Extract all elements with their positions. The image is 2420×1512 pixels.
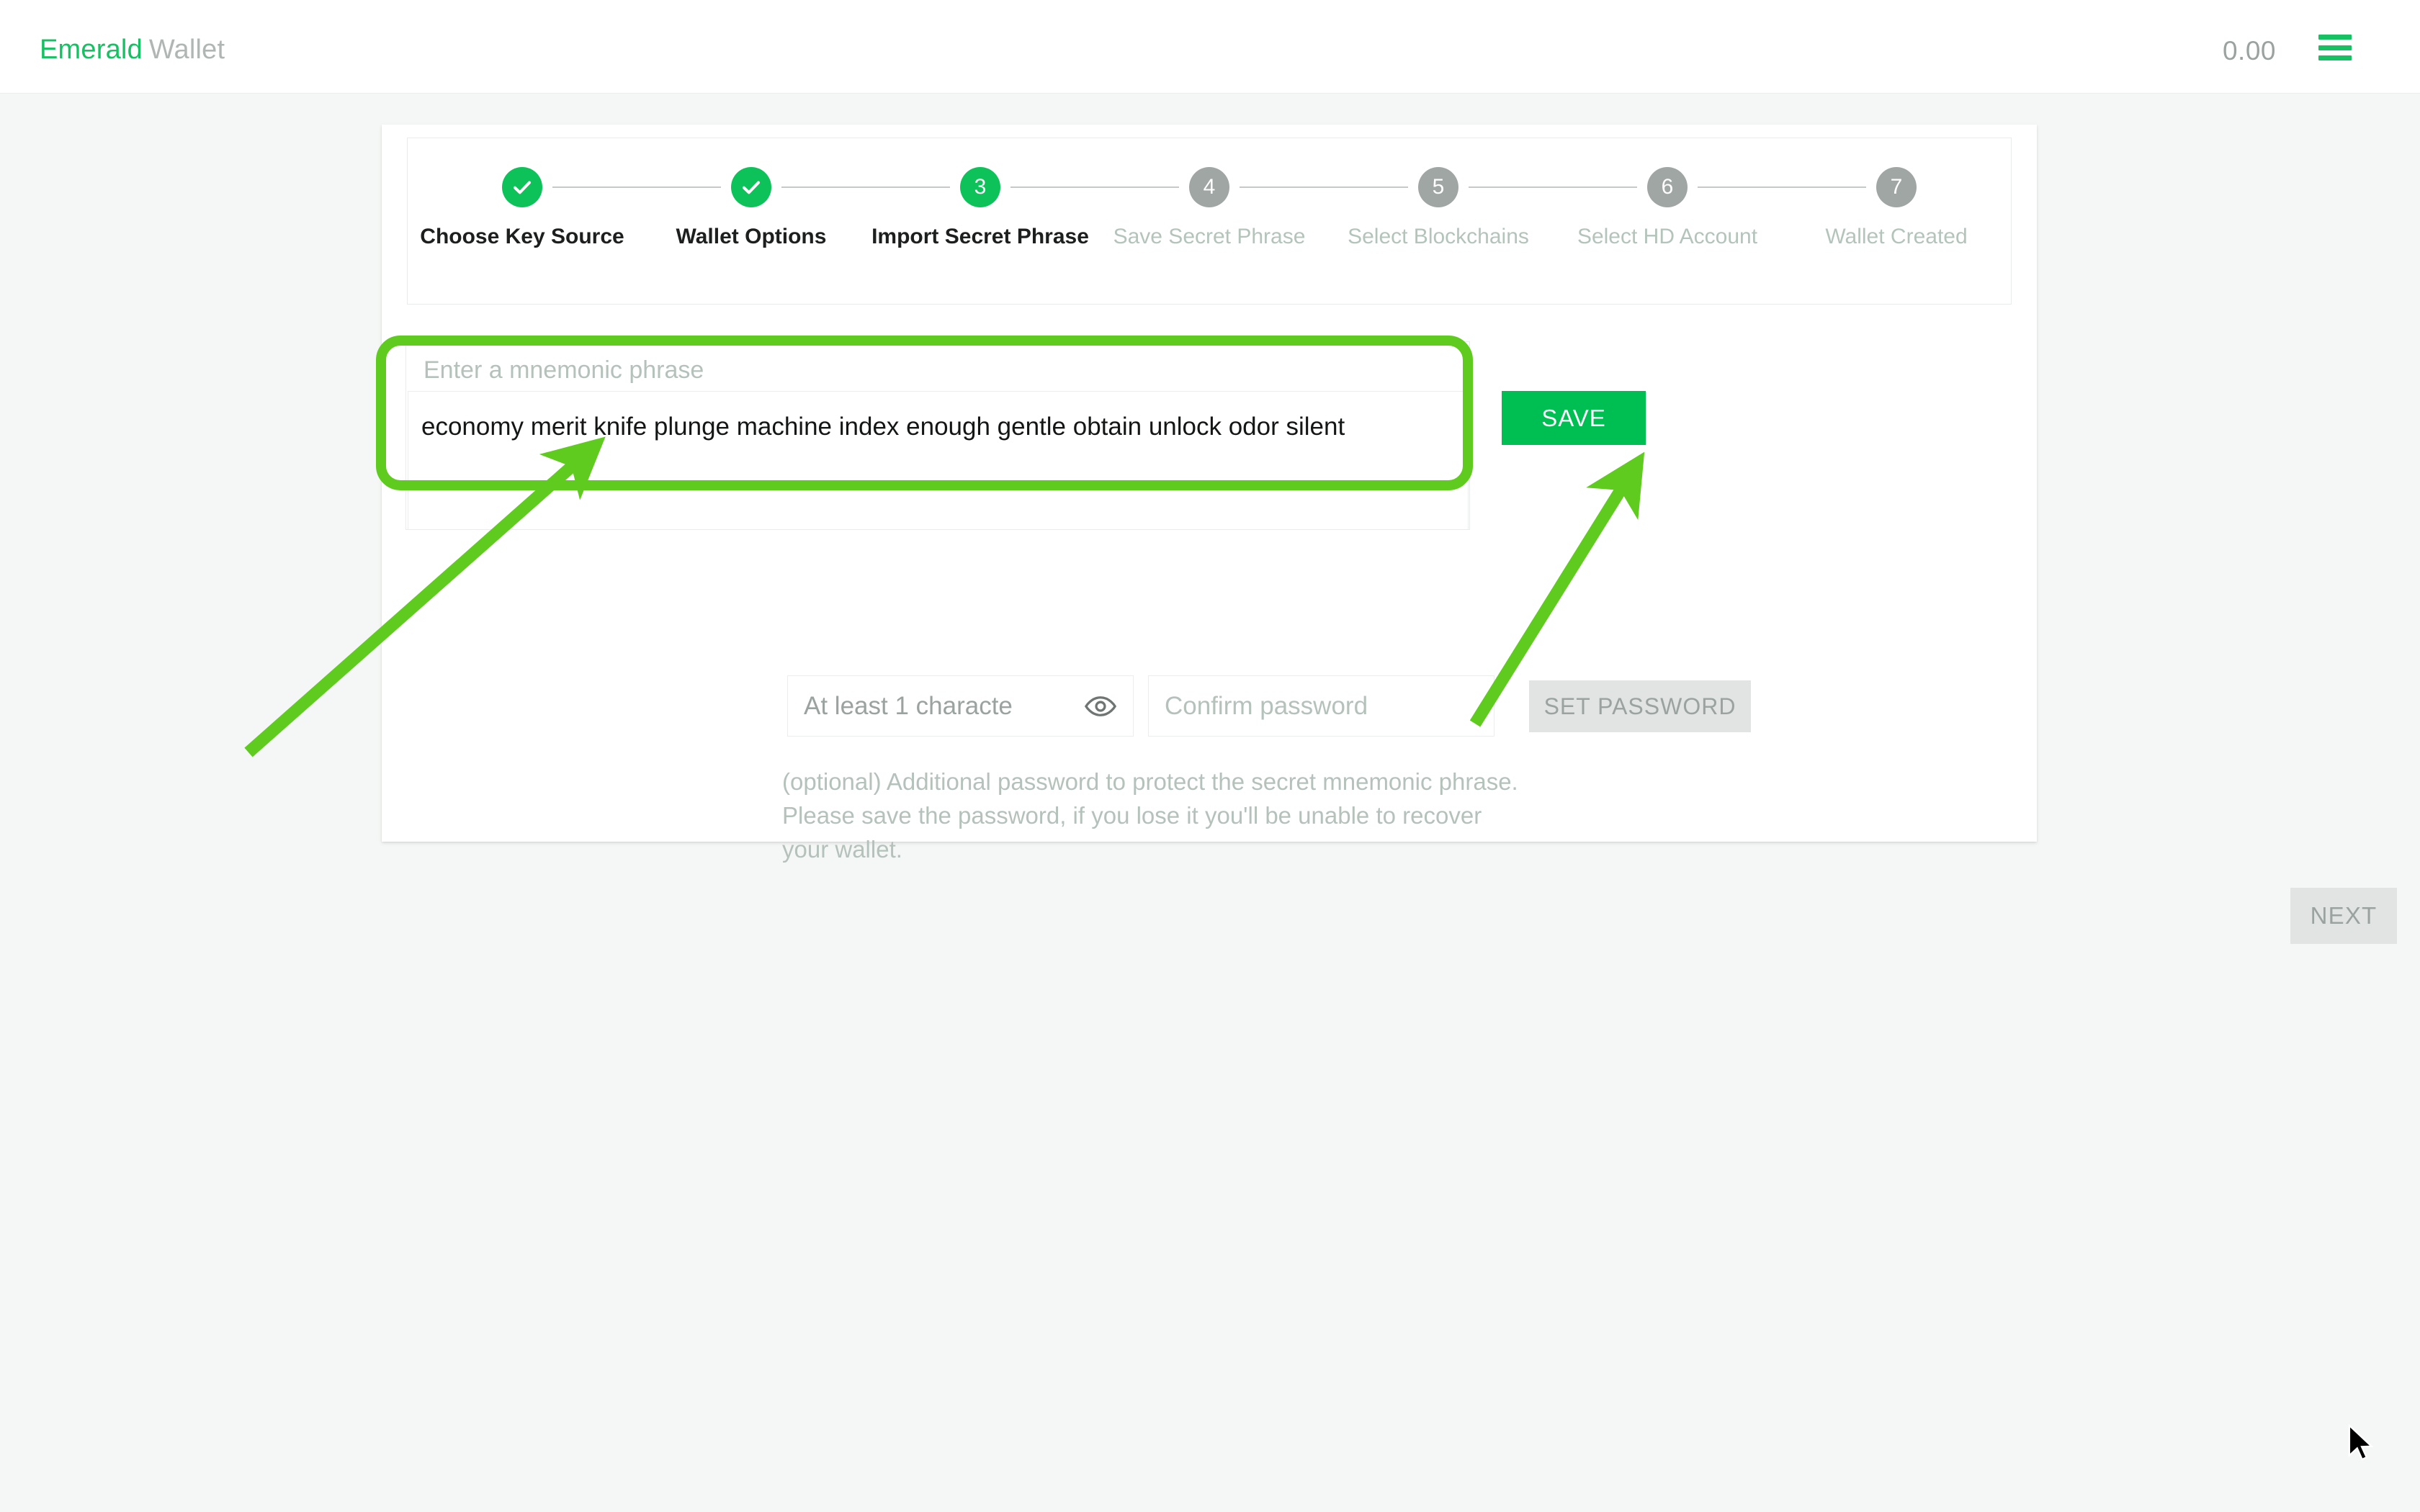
stepper-step-3[interactable]: 3 Import Secret Phrase (866, 167, 1179, 249)
stepper-connector (552, 186, 721, 188)
mnemonic-input[interactable] (408, 391, 1469, 529)
mouse-cursor (2348, 1424, 2374, 1461)
set-password-button[interactable]: SET PASSWORD (1529, 680, 1751, 732)
stepper-number: 5 (1418, 167, 1458, 207)
stepper-container: Choose Key Source Wallet Options 3 Import S… (407, 138, 2012, 305)
stepper-connector (1240, 186, 1408, 188)
stepper-step-6[interactable]: 6 Select HD Account (1553, 167, 1866, 249)
stepper-number: 3 (960, 167, 1000, 207)
check-icon (731, 167, 771, 207)
password-field[interactable]: At least 1 characte (787, 675, 1134, 737)
confirm-password-field[interactable]: Confirm password (1148, 675, 1494, 737)
app-header: Emerald Wallet 0.00 (0, 0, 2420, 94)
hamburger-bar-2 (2318, 45, 2352, 50)
stepper-connector (1469, 186, 1637, 188)
stepper-number: 6 (1647, 167, 1688, 207)
stepper-step-5[interactable]: 5 Select Blockchains (1324, 167, 1637, 249)
stepper-number: 4 (1189, 167, 1229, 207)
stepper-label: Choose Key Source (420, 225, 624, 248)
stepper-step-4[interactable]: 4 Save Secret Phrase (1095, 167, 1408, 249)
stepper-label: Import Secret Phrase (871, 225, 1089, 248)
mnemonic-field-group: Enter a mnemonic phrase (405, 341, 1470, 530)
stepper-label: Wallet Options (676, 225, 827, 248)
check-icon (502, 167, 542, 207)
stepper-label: Save Secret Phrase (1113, 225, 1306, 248)
hamburger-bar-1 (2318, 35, 2352, 40)
balance-display: 0.00 (2222, 36, 2276, 66)
password-helper-text: (optional) Additional password to protec… (782, 768, 1518, 863)
brand-primary: Emerald (40, 35, 143, 65)
save-button[interactable]: SAVE (1502, 391, 1646, 445)
stepper-step-2[interactable]: Wallet Options (637, 167, 950, 249)
app-root: Emerald Wallet 0.00 Choose Key Source Wall… (0, 0, 2420, 1512)
app-brand[interactable]: Emerald Wallet (40, 35, 225, 66)
hamburger-menu-icon[interactable] (2318, 35, 2352, 60)
stepper-label: Select HD Account (1577, 225, 1758, 248)
stepper-label: Wallet Created (1825, 225, 1968, 248)
password-placeholder: At least 1 characte (804, 691, 1013, 720)
stepper-connector (1698, 186, 1866, 188)
stepper: Choose Key Source Wallet Options 3 Import S… (408, 167, 2011, 249)
confirm-password-placeholder: Confirm password (1165, 691, 1368, 720)
stepper-step-7[interactable]: 7 Wallet Created (1782, 167, 2011, 249)
wallet-setup-card: Choose Key Source Wallet Options 3 Import S… (382, 125, 2397, 944)
stepper-connector (781, 186, 950, 188)
stepper-connector (1010, 186, 1179, 188)
next-button[interactable]: NEXT (2290, 888, 2397, 944)
stepper-number: 7 (1876, 167, 1917, 207)
brand-secondary: Wallet (148, 35, 225, 65)
eye-icon[interactable] (1084, 690, 1117, 723)
mnemonic-legend: Enter a mnemonic phrase (424, 356, 704, 384)
stepper-step-1[interactable]: Choose Key Source (408, 167, 721, 249)
stepper-label: Select Blockchains (1348, 225, 1529, 248)
hamburger-bar-3 (2318, 55, 2352, 60)
